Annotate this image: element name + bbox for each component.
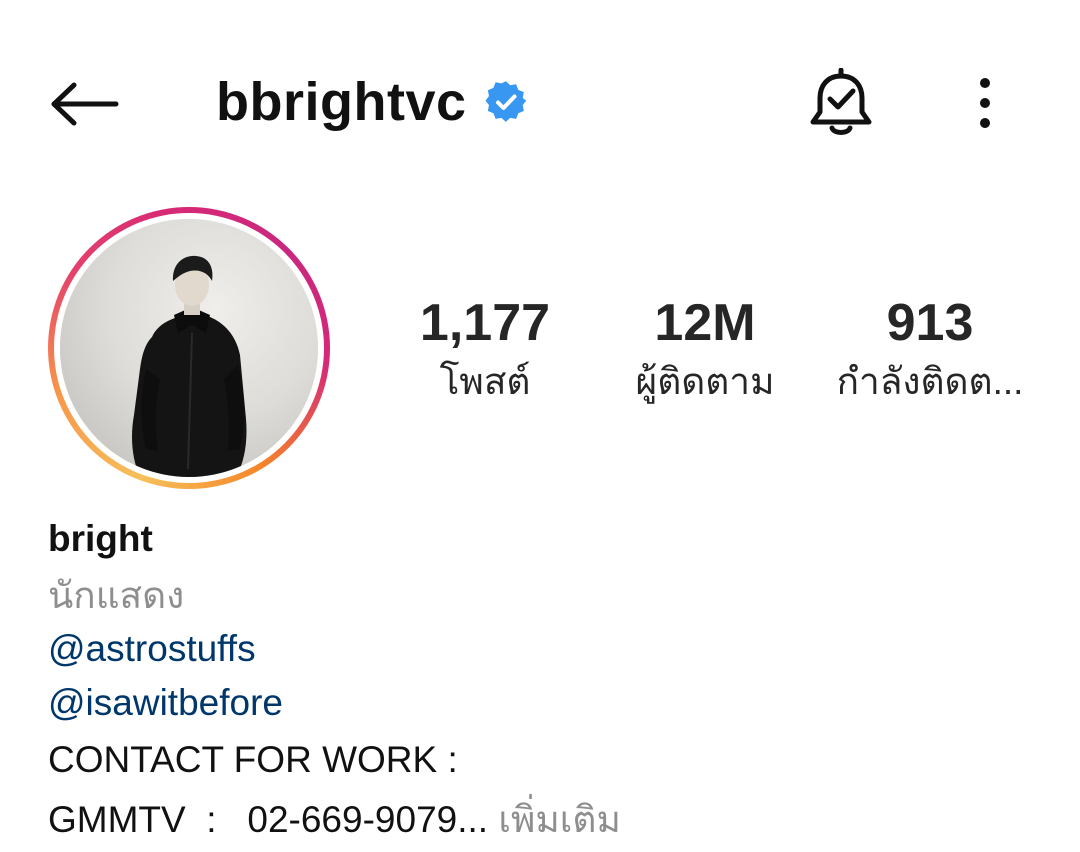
stat-posts-value: 1,177 [419,294,551,352]
avatar-ring-gap [54,213,324,483]
more-options-button[interactable] [955,62,1015,144]
stat-following[interactable]: 913 กำลังติดต... [825,290,1035,408]
bio-link-isawitbefore[interactable]: @isawitbefore [48,676,1028,730]
avatar [60,219,318,477]
bio-phone-line: GMMTV : 02-669-9079... เพิ่มเติม [48,790,1028,850]
profile-header: bbrightvc [0,0,1080,200]
username-title: bbrightvc [216,72,467,132]
back-arrow-icon [51,82,119,126]
back-button[interactable] [44,68,124,140]
avatar-photo [60,219,318,477]
username-title-group: bbrightvc [216,70,527,134]
bio-link-astrostuffs[interactable]: @astrostuffs [48,622,1028,676]
avatar-story-ring[interactable] [48,207,330,489]
bio-more-link[interactable]: เพิ่มเติม [488,799,621,840]
stat-followers-value: 12M [654,294,756,352]
notifications-button[interactable] [800,62,882,144]
bio-category: นักแสดง [48,575,185,616]
more-vertical-icon [980,78,990,128]
stat-following-label: กำลังติดต... [836,361,1024,402]
stat-posts-label: โพสต์ [439,361,531,402]
bio-phone-text: GMMTV : 02-669-9079... [48,799,489,840]
profile-bio: bright นักแสดง @astrostuffs @isawitbefor… [48,514,1028,850]
profile-stats: 1,177 โพสต์ 12M ผู้ติดตาม 913 กำลังติดต.… [380,290,1060,420]
bio-display-name: bright [48,518,153,559]
stat-followers[interactable]: 12M ผู้ติดตาม [620,290,790,408]
stat-following-value: 913 [886,294,974,352]
bio-contact-line: CONTACT FOR WORK : [48,739,458,780]
stat-followers-label: ผู้ติดตาม [635,361,775,402]
bell-check-icon [810,68,872,135]
stat-posts[interactable]: 1,177 โพสต์ [410,290,560,408]
verified-badge-icon [485,81,527,123]
